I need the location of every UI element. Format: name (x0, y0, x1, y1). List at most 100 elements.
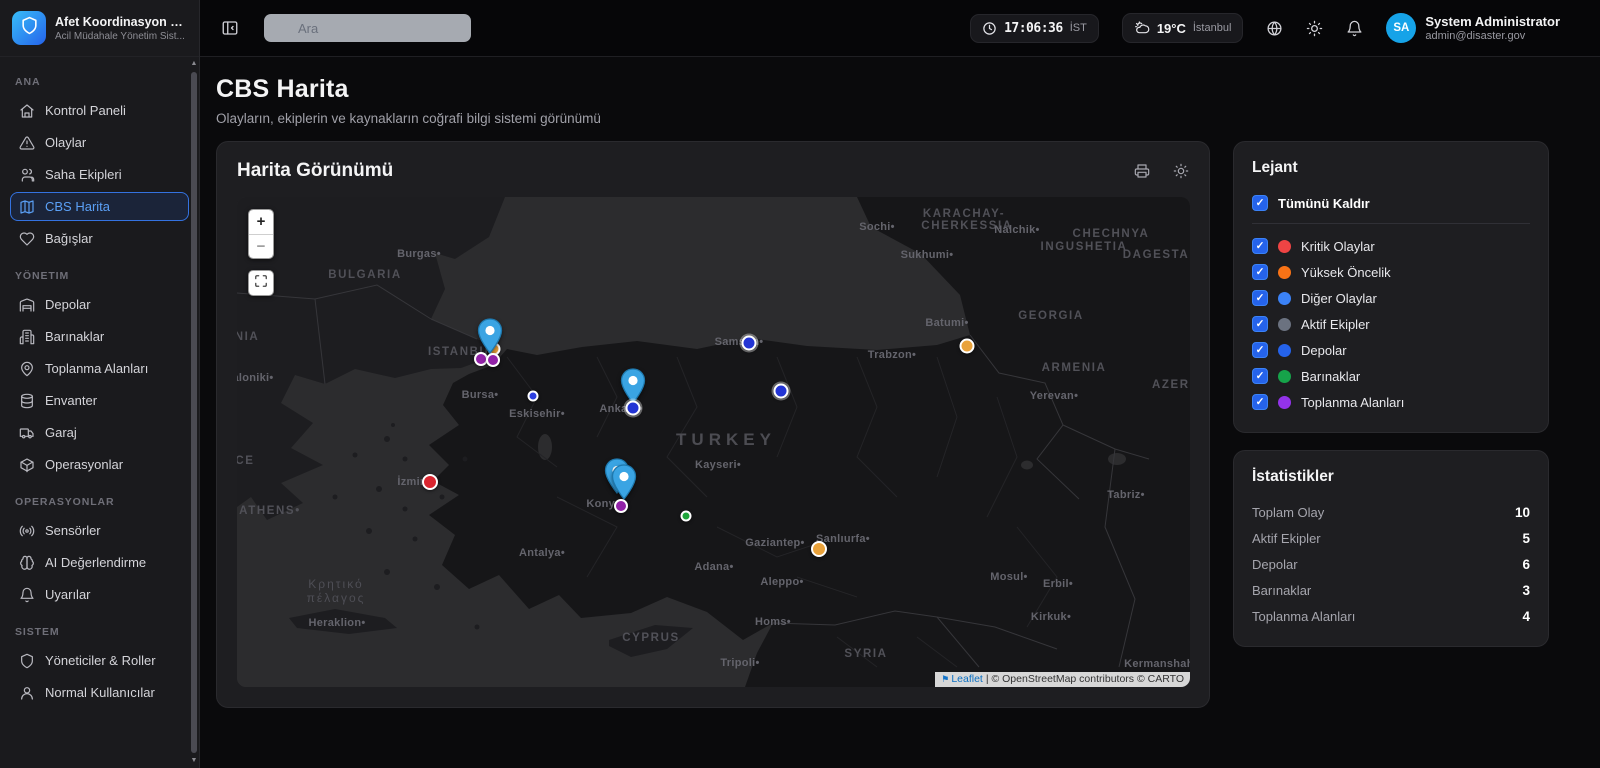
sidebar-item-garaj[interactable]: Garaj (10, 418, 189, 447)
map-marker-dot[interactable] (774, 384, 789, 399)
sidebar-collapse-icon[interactable] (221, 19, 239, 37)
legend-checkbox[interactable] (1252, 290, 1268, 306)
sidebar-item-cbs-harita[interactable]: CBS Harita (10, 192, 189, 221)
sidebar-item-y-neticiler-roller[interactable]: Yöneticiler & Roller (10, 646, 189, 675)
map-card-title: Harita Görünümü (237, 160, 393, 182)
sidebar-item-saha-ekipleri[interactable]: Saha Ekipleri (10, 160, 189, 189)
toggle-all-checkbox[interactable] (1252, 195, 1268, 211)
sidebar-section-label: ANA (15, 76, 184, 88)
sidebar-item-ba-lar[interactable]: Bağışlar (10, 224, 189, 253)
stat-label: Toplanma Alanları (1252, 609, 1355, 624)
truck-icon (19, 425, 35, 441)
sidebar-item-label: Toplanma Alanları (45, 361, 148, 376)
sidebar-scrollbar[interactable]: ▲ ▼ (190, 59, 198, 766)
stat-label: Toplam Olay (1252, 505, 1324, 520)
sidebar-item-label: Yöneticiler & Roller (45, 653, 156, 668)
legend-item-label: Barınaklar (1301, 369, 1360, 384)
sidebar-item-depolar[interactable]: Depolar (10, 290, 189, 319)
shield-icon (20, 16, 39, 40)
fullscreen-button[interactable] (248, 270, 274, 296)
app-title: Afet Koordinasyon Pla... (55, 15, 187, 29)
cloud-sun-icon (1134, 20, 1150, 36)
database-icon (19, 393, 35, 409)
stat-value: 10 (1515, 505, 1530, 520)
alert-icon (19, 135, 35, 151)
app-header: Afet Koordinasyon Pla... Acil Müdahale Y… (0, 0, 199, 57)
map-canvas[interactable]: Sochi•KARACHAY-CHERKESSIANalchik•CHECHNY… (237, 197, 1190, 687)
stats-title: İstatistikler (1252, 468, 1530, 486)
map-marker-dot[interactable] (742, 336, 757, 351)
scrollbar-up-arrow[interactable]: ▲ (190, 59, 198, 69)
topbar: 17:06:36 İST 19°C İstanbul SA System Adm… (200, 0, 1600, 57)
sidebar-item-kontrol-paneli[interactable]: Kontrol Paneli (10, 96, 189, 125)
legend-panel: Lejant Tümünü Kaldır Kritik OlaylarYükse… (1233, 141, 1549, 433)
legend-item-bar-naklar: Barınaklar (1252, 363, 1530, 389)
map-marker-pin[interactable] (620, 368, 646, 404)
sidebar-item-uyar-lar[interactable]: Uyarılar (10, 580, 189, 609)
stat-value: 6 (1522, 557, 1530, 572)
map-theme-sun-icon[interactable] (1173, 163, 1189, 179)
user-menu[interactable]: SA System Administrator admin@disaster.g… (1386, 13, 1560, 43)
leaflet-link[interactable]: ⚑Leaflet (941, 673, 983, 685)
legend-color-dot (1278, 292, 1291, 305)
sidebar-item-toplanma-alanlar[interactable]: Toplanma Alanları (10, 354, 189, 383)
legend-checkbox[interactable] (1252, 342, 1268, 358)
sidebar-item-sens-rler[interactable]: Sensörler (10, 516, 189, 545)
sidebar-item-ai-de-erlendirme[interactable]: AI Değerlendirme (10, 548, 189, 577)
building-icon (19, 329, 35, 345)
stat-value: 4 (1522, 609, 1530, 624)
map-marker-dot[interactable] (614, 499, 628, 513)
sidebar-section-label: YÖNETIM (15, 270, 184, 282)
sidebar-item-bar-naklar[interactable]: Barınaklar (10, 322, 189, 351)
bell-icon (19, 587, 35, 603)
theme-sun-icon[interactable] (1306, 20, 1323, 37)
map-card: Harita Görünümü (216, 141, 1210, 708)
legend-checkbox[interactable] (1252, 238, 1268, 254)
map-marker-dot[interactable] (422, 474, 438, 490)
scrollbar-down-arrow[interactable]: ▼ (190, 756, 198, 766)
legend-item-label: Yüksek Öncelik (1301, 265, 1391, 280)
globe-icon[interactable] (1266, 20, 1283, 37)
sidebar-item-label: Saha Ekipleri (45, 167, 122, 182)
map-marker-dot[interactable] (960, 339, 975, 354)
sidebar-item-label: Garaj (45, 425, 77, 440)
legend-color-dot (1278, 318, 1291, 331)
search-input[interactable] (264, 14, 471, 42)
map-marker-dot[interactable] (681, 511, 692, 522)
legend-checkbox[interactable] (1252, 368, 1268, 384)
zoom-out-button[interactable]: − (249, 234, 273, 258)
legend-checkbox[interactable] (1252, 264, 1268, 280)
zoom-in-button[interactable]: + (249, 210, 273, 234)
app-logo (12, 11, 46, 45)
sidebar-item-normal-kullan-c-lar[interactable]: Normal Kullanıcılar (10, 678, 189, 707)
app-subtitle: Acil Müdahale Yönetim Sist... (55, 31, 187, 42)
sidebar-item-label: Olaylar (45, 135, 86, 150)
sidebar-item-label: Depolar (45, 297, 91, 312)
legend-toggle-all-row: Tümünü Kaldır (1252, 190, 1530, 216)
legend-title: Lejant (1252, 159, 1530, 177)
legend-checkbox[interactable] (1252, 394, 1268, 410)
map-marker-dot[interactable] (626, 401, 641, 416)
map-marker-pin[interactable] (477, 318, 503, 354)
sidebar-item-envanter[interactable]: Envanter (10, 386, 189, 415)
legend-item-di-er-olaylar: Diğer Olaylar (1252, 285, 1530, 311)
sidebar-item-olaylar[interactable]: Olaylar (10, 128, 189, 157)
legend-item-label: Toplanma Alanları (1301, 395, 1404, 410)
stats-panel: İstatistikler Toplam Olay10Aktif Ekipler… (1233, 450, 1549, 647)
map-attribution: ⚑Leaflet | © OpenStreetMap contributors … (935, 672, 1190, 687)
map-marker-dot[interactable] (528, 391, 539, 402)
bell-icon[interactable] (1346, 20, 1363, 37)
sidebar-item-label: Normal Kullanıcılar (45, 685, 155, 700)
map-marker-pin[interactable] (611, 464, 637, 500)
legend-checkbox[interactable] (1252, 316, 1268, 332)
legend-item-label: Diğer Olaylar (1301, 291, 1377, 306)
home-icon (19, 103, 35, 119)
stat-row-depolar: Depolar6 (1252, 551, 1530, 577)
legend-color-dot (1278, 370, 1291, 383)
map-marker-dot[interactable] (486, 353, 500, 367)
map-marker-dot[interactable] (811, 541, 827, 557)
printer-icon[interactable] (1134, 163, 1150, 179)
sidebar-item-operasyonlar[interactable]: Operasyonlar (10, 450, 189, 479)
scrollbar-thumb[interactable] (191, 72, 197, 753)
map-zoom-control: + − (248, 209, 274, 259)
